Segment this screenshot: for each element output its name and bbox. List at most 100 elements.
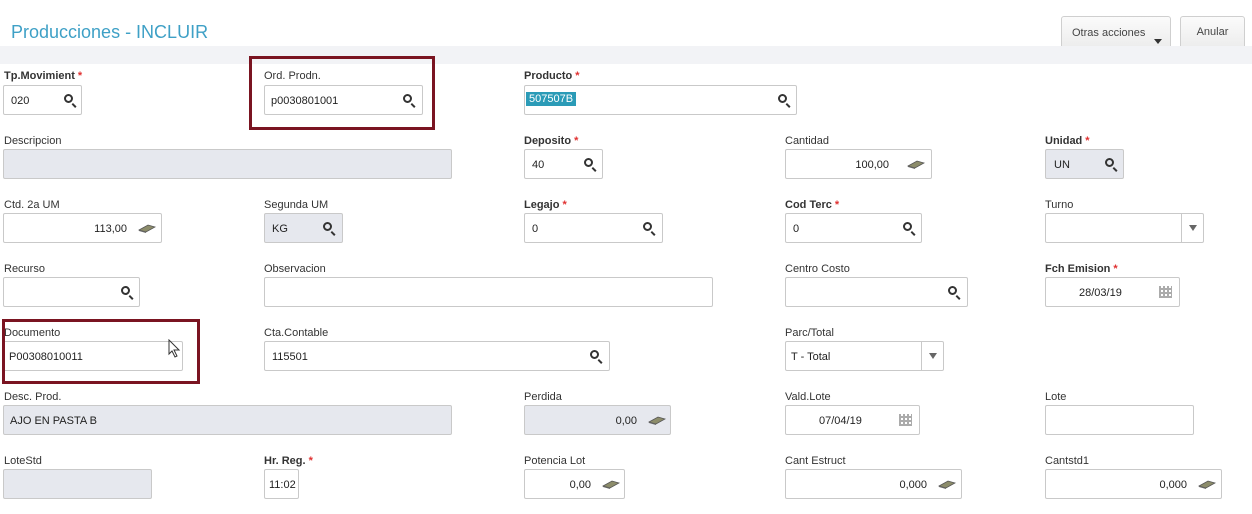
- page-header: Producciones - INCLUIR Otras acciones An…: [0, 0, 1252, 64]
- vald-lote-label: Vald.Lote: [785, 391, 831, 403]
- lote-field[interactable]: [1045, 405, 1194, 435]
- legajo-label: Legajo *: [524, 199, 567, 211]
- centro-costo-label: Centro Costo: [785, 263, 850, 275]
- potencia-lot-label: Potencia Lot: [524, 455, 586, 467]
- perdida-field[interactable]: 0,00: [524, 405, 671, 435]
- deposito-label: Deposito *: [524, 135, 579, 147]
- cant-estruct-value: 0,000: [899, 479, 927, 491]
- fch-emision-label: Fch Emision *: [1045, 263, 1118, 275]
- search-icon[interactable]: [948, 286, 957, 295]
- cta-contable-label: Cta.Contable: [264, 327, 329, 339]
- fch-emision-field[interactable]: 28/03/19: [1045, 277, 1180, 307]
- desc-prod-value: AJO EN PASTA B: [10, 415, 98, 427]
- turno-select[interactable]: [1045, 213, 1204, 243]
- cantidad-field[interactable]: 100,00: [785, 149, 932, 179]
- legajo-field[interactable]: 0: [524, 213, 663, 243]
- lotestd-field: [3, 469, 152, 499]
- desc-prod-field: AJO EN PASTA B: [3, 405, 452, 435]
- search-icon[interactable]: [1105, 158, 1114, 167]
- perdida-label: Perdida: [524, 391, 562, 403]
- other-actions-label: Otras acciones: [1072, 27, 1146, 39]
- cantidad-label: Cantidad: [785, 135, 830, 147]
- hr-reg-field[interactable]: 11:02: [264, 469, 299, 499]
- producto-label: Producto *: [524, 70, 580, 82]
- header-band: [0, 46, 1252, 64]
- cantstd1-label: Cantstd1: [1045, 455, 1090, 467]
- vald-lote-value: 07/04/19: [819, 415, 862, 427]
- hr-reg-value: 11:02: [269, 479, 296, 491]
- money-icon[interactable]: [602, 479, 620, 490]
- search-icon[interactable]: [643, 222, 652, 231]
- money-icon[interactable]: [648, 415, 666, 426]
- recurso-field[interactable]: [3, 277, 140, 307]
- highlight-box-ord-prodn: [249, 56, 435, 130]
- tp-movimiento-label: Tp.Movimient *: [4, 70, 83, 82]
- cta-contable-value: 115501: [272, 351, 308, 363]
- deposito-field[interactable]: 40: [524, 149, 603, 179]
- money-icon[interactable]: [907, 159, 925, 170]
- deposito-value: 40: [532, 159, 545, 171]
- hr-reg-label: Hr. Reg. *: [264, 455, 313, 467]
- cantidad-value: 100,00: [855, 159, 889, 171]
- lotestd-label: LoteStd: [4, 455, 42, 467]
- cancel-button[interactable]: Anular: [1180, 16, 1245, 49]
- ctd-2a-um-label: Ctd. 2a UM: [4, 199, 60, 211]
- centro-costo-field[interactable]: [785, 277, 968, 307]
- turno-label: Turno: [1045, 199, 1074, 211]
- parc-total-select[interactable]: T - Total: [785, 341, 944, 371]
- parc-total-label: Parc/Total: [785, 327, 834, 339]
- other-actions-button[interactable]: Otras acciones: [1061, 16, 1171, 49]
- producto-value: 507507B: [526, 92, 577, 106]
- unidad-label: Unidad *: [1045, 135, 1090, 147]
- producto-field[interactable]: 507507B: [524, 85, 797, 115]
- chevron-down-icon: [1154, 39, 1162, 44]
- search-icon[interactable]: [64, 94, 73, 103]
- cod-terc-value: 0: [793, 223, 800, 235]
- unidad-value: UN: [1054, 159, 1070, 171]
- page-title: Producciones - INCLUIR: [11, 22, 209, 42]
- cantstd1-field[interactable]: 0,000: [1045, 469, 1222, 499]
- cod-terc-label: Cod Terc *: [785, 199, 840, 211]
- cta-contable-field[interactable]: 115501: [264, 341, 610, 371]
- observacion-label: Observacion: [264, 263, 326, 275]
- tp-movimiento-value: 020: [11, 95, 30, 107]
- lote-label: Lote: [1045, 391, 1067, 403]
- money-icon[interactable]: [938, 479, 956, 490]
- calendar-icon[interactable]: [899, 414, 912, 426]
- search-icon[interactable]: [323, 222, 332, 231]
- cant-estruct-field[interactable]: 0,000: [785, 469, 962, 499]
- chevron-down-icon[interactable]: [921, 342, 944, 370]
- cantstd1-value: 0,000: [1159, 479, 1187, 491]
- ctd-2a-um-field[interactable]: 113,00: [3, 213, 162, 243]
- cod-terc-field[interactable]: 0: [785, 213, 922, 243]
- tp-movimiento-field[interactable]: 020: [3, 85, 82, 115]
- cant-estruct-label: Cant Estruct: [785, 455, 846, 467]
- search-icon[interactable]: [584, 158, 593, 167]
- chevron-down-icon[interactable]: [1181, 214, 1204, 242]
- calendar-icon[interactable]: [1159, 286, 1172, 298]
- money-icon[interactable]: [138, 223, 156, 234]
- descripcion-field: [3, 149, 452, 179]
- recurso-label: Recurso: [4, 263, 45, 275]
- segunda-um-field[interactable]: KG: [264, 213, 343, 243]
- potencia-lot-field[interactable]: 0,00: [524, 469, 625, 499]
- legajo-value: 0: [532, 223, 539, 235]
- perdida-value: 0,00: [615, 415, 637, 427]
- desc-prod-label: Desc. Prod.: [4, 391, 62, 403]
- unidad-field[interactable]: UN: [1045, 149, 1124, 179]
- search-icon[interactable]: [778, 94, 787, 103]
- search-icon[interactable]: [590, 350, 599, 359]
- segunda-um-label: Segunda UM: [264, 199, 329, 211]
- ctd-2a-um-value: 113,00: [94, 223, 127, 235]
- vald-lote-field[interactable]: 07/04/19: [785, 405, 920, 435]
- fch-emision-value: 28/03/19: [1079, 287, 1122, 299]
- money-icon[interactable]: [1198, 479, 1216, 490]
- search-icon[interactable]: [121, 286, 130, 295]
- observacion-field[interactable]: [264, 277, 713, 307]
- mouse-cursor-icon: [168, 339, 181, 358]
- search-icon[interactable]: [903, 222, 912, 231]
- parc-total-value: T - Total: [791, 351, 831, 363]
- descripcion-label: Descripcion: [4, 135, 62, 147]
- potencia-lot-value: 0,00: [569, 479, 591, 491]
- segunda-um-value: KG: [272, 223, 288, 235]
